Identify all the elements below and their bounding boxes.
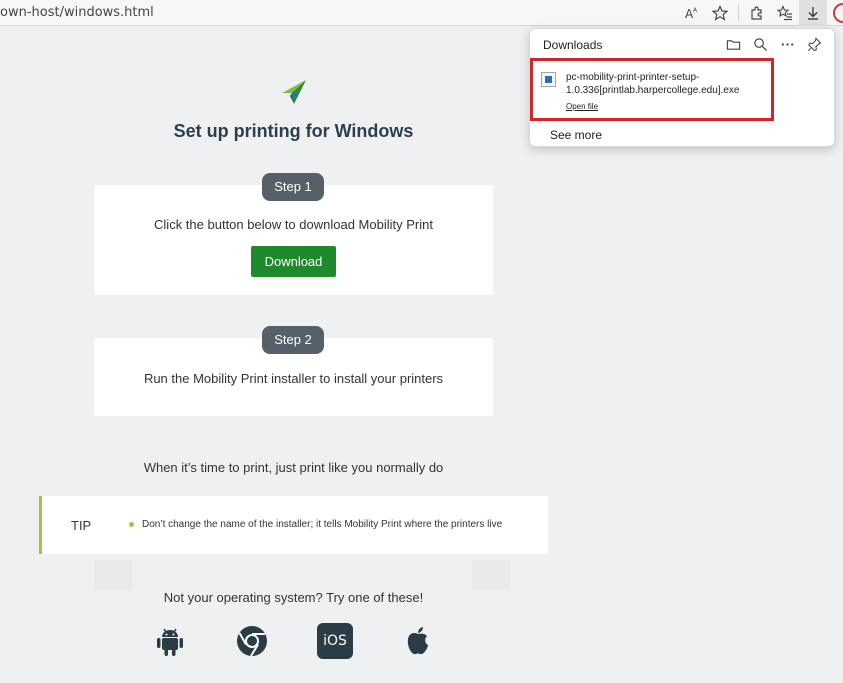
profile-avatar-icon[interactable] <box>833 3 843 23</box>
profile-area <box>827 0 843 26</box>
android-icon[interactable] <box>150 621 190 661</box>
read-aloud-icon[interactable]: AA <box>678 0 706 26</box>
downloads-panel: Downloads pc-mobility-print-printer-setu… <box>529 28 835 147</box>
browser-toolbar: own-host/windows.html AA <box>0 0 843 26</box>
open-folder-icon[interactable] <box>720 34 747 54</box>
ios-icon[interactable]: iOS <box>315 621 355 661</box>
tip-label: TIP <box>71 518 92 533</box>
faint-decoration <box>94 560 132 590</box>
step2-badge: Step 2 <box>262 326 324 354</box>
download-button[interactable]: Download <box>251 246 336 277</box>
faint-decoration <box>472 560 510 590</box>
downloads-header-icons <box>720 34 828 54</box>
file-name-line2: 1.0.336[printlab.harpercollege.edu].exe <box>566 85 740 96</box>
apple-icon[interactable] <box>398 621 438 661</box>
toolbar-icons: AA <box>678 0 843 26</box>
favorite-star-icon[interactable] <box>706 0 734 26</box>
tip-text: Don’t change the name of the installer; … <box>142 519 503 530</box>
download-item-highlighted[interactable]: pc-mobility-print-printer-setup- 1.0.336… <box>530 58 774 121</box>
step1-badge: Step 1 <box>262 173 324 201</box>
ios-label: iOS <box>317 623 353 659</box>
favorites-list-icon[interactable] <box>771 0 799 26</box>
page-title: Set up printing for Windows <box>173 121 414 141</box>
svg-text:A: A <box>693 7 698 14</box>
tip-bullet <box>129 522 134 527</box>
chrome-icon[interactable] <box>232 621 272 661</box>
step1-card: Click the button below to download Mobil… <box>94 185 493 295</box>
tip-box: TIP Don’t change the name of the install… <box>39 496 548 554</box>
extensions-icon[interactable] <box>743 0 771 26</box>
downloads-icon[interactable] <box>799 0 827 26</box>
toolbar-separator <box>738 5 739 21</box>
download-file-name: pc-mobility-print-printer-setup- 1.0.336… <box>566 71 766 97</box>
print-instruction: When it’s time to print, just print like… <box>143 460 444 475</box>
other-os-prompt: Not your operating system? Try one of th… <box>163 590 424 605</box>
step2-text: Run the Mobility Print installer to inst… <box>143 371 444 386</box>
step1-text: Click the button below to download Mobil… <box>154 217 433 232</box>
more-options-icon[interactable] <box>774 34 801 54</box>
exe-file-icon <box>541 72 556 87</box>
file-name-line1: pc-mobility-print-printer-setup- <box>566 72 700 83</box>
search-icon[interactable] <box>747 34 774 54</box>
open-file-link[interactable]: Open file <box>566 102 598 111</box>
pin-icon[interactable] <box>801 34 828 54</box>
downloads-title: Downloads <box>543 38 603 52</box>
see-more-link[interactable]: See more <box>550 128 602 142</box>
mobility-print-logo <box>280 78 308 106</box>
